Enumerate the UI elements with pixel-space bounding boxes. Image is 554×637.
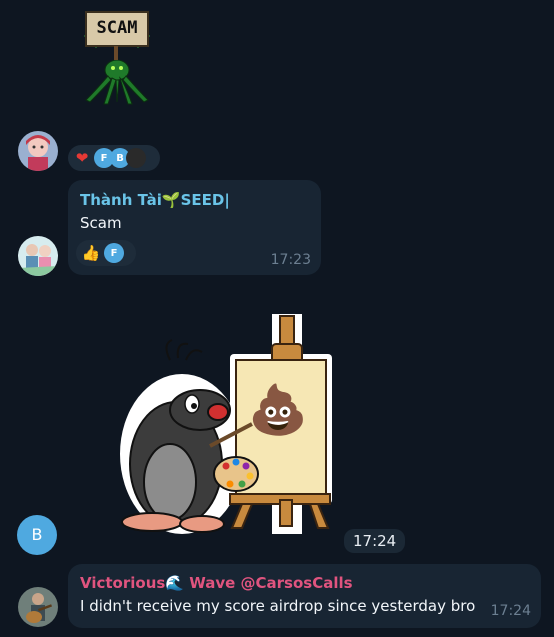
message-bubble[interactable]: Thành Tài🌱SEED| Scam 👍 F 17:23 xyxy=(68,180,321,275)
avatar-victorious[interactable] xyxy=(18,587,58,627)
reactions-bar-top[interactable]: ❤ F B xyxy=(68,145,160,171)
message-sender[interactable]: Thành Tài🌱SEED| xyxy=(80,191,230,209)
message-text: I didn't receive my score airdrop since … xyxy=(80,597,476,615)
scam-sign-text: SCAM xyxy=(96,18,138,38)
thumbs-up-icon[interactable]: 👍 xyxy=(80,244,102,262)
message-sender[interactable]: Victorious🌊 Wave @CarsosCalls xyxy=(80,574,353,592)
avatar-b-letter: B xyxy=(31,525,43,544)
scam-sticker[interactable]: SCAM xyxy=(76,8,158,106)
avatar-girl[interactable] xyxy=(18,131,58,171)
sticker-time-badge: 17:24 xyxy=(344,529,406,553)
heart-icon[interactable]: ❤ xyxy=(72,149,92,167)
message-reactions[interactable]: 👍 F xyxy=(76,240,136,266)
poop-painting-icon: 💩 xyxy=(248,382,308,438)
message-text: Scam xyxy=(80,214,122,232)
avatar-b[interactable]: B xyxy=(17,515,57,555)
message-time: 17:24 xyxy=(490,603,531,619)
avatar-thanh-tai[interactable] xyxy=(18,236,58,276)
message-time: 17:23 xyxy=(270,252,311,268)
reactor-avatar-f: F xyxy=(104,243,124,263)
mole-painter-sticker[interactable]: 💩 xyxy=(112,314,337,536)
reactor-avatar-dark xyxy=(126,148,146,168)
message-bubble[interactable]: Victorious🌊 Wave @CarsosCalls I didn't r… xyxy=(68,564,541,628)
